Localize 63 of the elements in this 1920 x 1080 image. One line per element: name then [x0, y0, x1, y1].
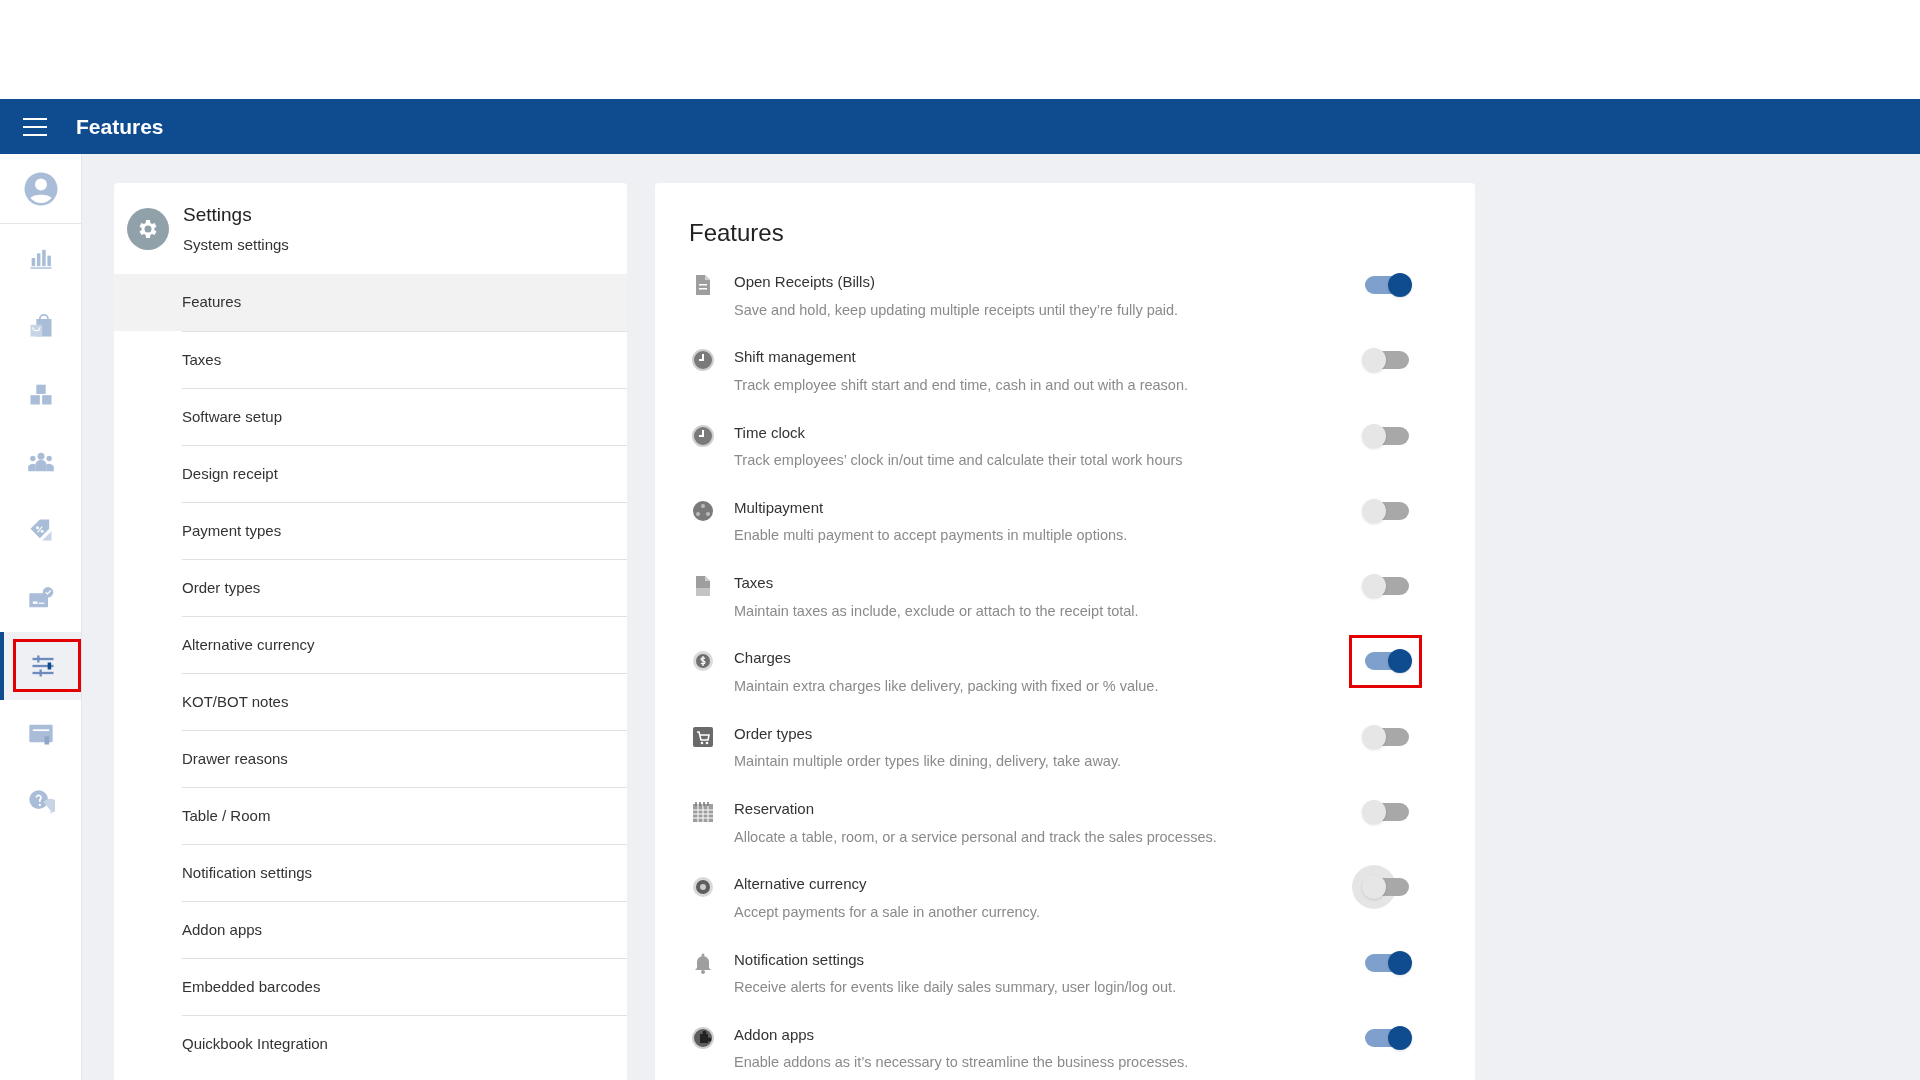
toggle-switch[interactable]	[1365, 878, 1409, 897]
toggle-switch[interactable]	[1365, 803, 1409, 822]
toggle-switch[interactable]	[1365, 577, 1409, 596]
feature-title: Alternative currency	[734, 874, 868, 895]
feature-description: Track employee shift start and end time, cash in and out with a reason.	[734, 375, 1190, 395]
feature-description: Track employees’ clock in/out time and calculate their total work hours	[734, 451, 1184, 471]
help-icon	[26, 788, 55, 816]
settings-menu-item[interactable]: Addon apps	[182, 901, 627, 958]
feature-title: Time clock	[734, 422, 807, 443]
toggle-switch[interactable]	[1365, 276, 1409, 294]
toggle-switch[interactable]	[1365, 652, 1409, 671]
dollar-coin-icon	[691, 649, 715, 674]
settings-menu-item[interactable]: Taxes	[182, 331, 627, 388]
feature-description: Enable multi payment to accept payments in multiple options.	[734, 526, 1129, 546]
feature-title: Taxes	[734, 573, 775, 594]
feature-title: Notification settings	[734, 949, 866, 970]
clock-icon	[691, 423, 715, 448]
feature-description: Enable addons as it’s necessary to streamline the business processes.	[734, 1053, 1190, 1073]
card-title: Settings	[183, 203, 253, 227]
cart-icon	[691, 724, 715, 749]
feature-description: Maintain taxes as include, exclude or attach to the receipt total.	[734, 601, 1140, 621]
feature-title: Order types	[734, 723, 814, 744]
settings-menu-item[interactable]: Order types	[182, 559, 627, 616]
feature-description: Receive alerts for events like daily sales summary, user login/log out.	[734, 978, 1178, 998]
toggle-switch[interactable]	[1365, 953, 1409, 972]
currency-icon	[691, 875, 715, 900]
settings-menu-item[interactable]: Software setup	[182, 388, 627, 445]
settings-menu-item[interactable]: KOT/BOT notes	[182, 673, 627, 730]
toggle-switch[interactable]	[1365, 351, 1409, 370]
calendar-icon	[691, 800, 715, 825]
feature-title: Multipayment	[734, 497, 825, 518]
toggle-switch[interactable]	[1365, 727, 1409, 746]
feature-description: Save and hold, keep updating multiple receipts until they’re fully paid.	[734, 300, 1180, 320]
settings-menu-item[interactable]: Alternative currency	[182, 616, 627, 673]
section-title: Features	[689, 218, 785, 248]
feature-title: Reservation	[734, 799, 816, 820]
sidebar-item[interactable]	[0, 632, 81, 700]
card-subtitle: System settings	[183, 234, 289, 255]
feature-description: Accept payments for a sale in another currency.	[734, 902, 1041, 922]
feature-title: Open Receipts (Bills)	[734, 272, 876, 292]
payment-icon	[691, 498, 715, 523]
feature-title: Shift management	[734, 347, 857, 368]
settings-menu-item[interactable]: Design receipt	[182, 445, 627, 502]
settings-menu-item[interactable]: Quickbook Integration	[182, 1015, 627, 1072]
feature-title: Addon apps	[734, 1024, 816, 1045]
settings-menu-item[interactable]: Table / Room	[182, 787, 627, 844]
settings-menu-item[interactable]: Notification settings	[182, 844, 627, 901]
feature-title: Charges	[734, 648, 792, 669]
gear-icon	[127, 207, 169, 250]
puzzle-icon	[691, 1025, 715, 1050]
feature-description: Allocate a table, room, or a service personal and track the sales processes.	[734, 827, 1218, 847]
user-avatar-icon	[22, 170, 59, 207]
settings-menu-item[interactable]: Drawer reasons	[182, 730, 627, 787]
menu-icon[interactable]	[23, 116, 47, 137]
feature-description: Maintain multiple order types like dining, delivery, take away.	[734, 752, 1123, 772]
toggle-switch[interactable]	[1365, 1028, 1409, 1047]
page-title: Features	[76, 113, 164, 140]
feature-description: Maintain extra charges like delivery, packing with fixed or % value.	[734, 677, 1160, 696]
settings-menu-item[interactable]: Embedded barcodes	[182, 958, 627, 1015]
settings-menu-item[interactable]: Payment types	[182, 502, 627, 559]
toggle-switch[interactable]	[1365, 426, 1409, 445]
clock-icon	[691, 348, 715, 373]
toggle-switch[interactable]	[1365, 501, 1409, 520]
